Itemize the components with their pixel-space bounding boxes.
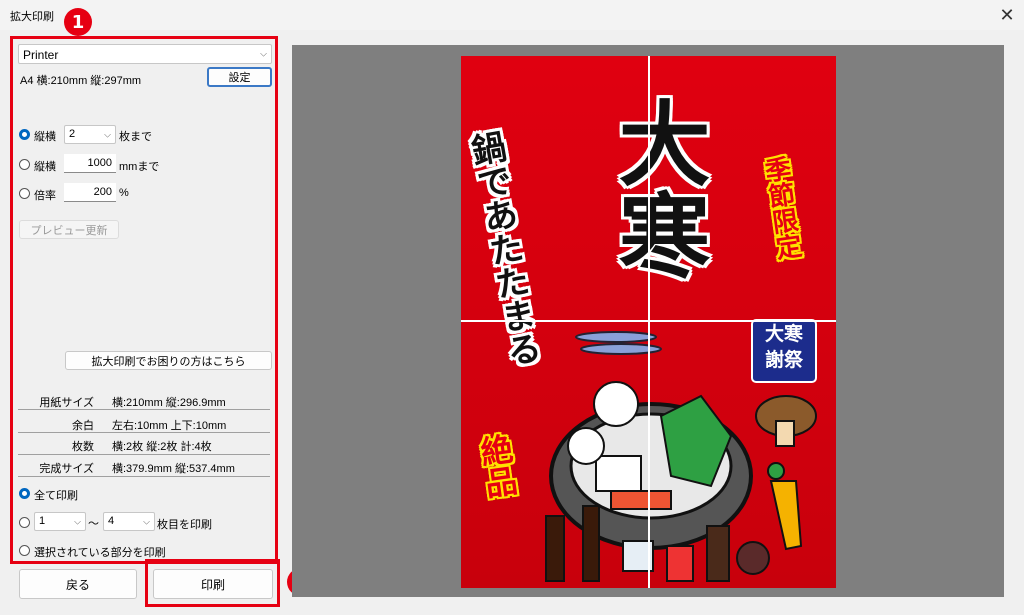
summary-value-paper: 横:210mm 縦:296.9mm <box>112 397 226 409</box>
tile-label: 縦横 <box>34 131 56 143</box>
divider <box>18 454 270 455</box>
window-title: 拡大印刷 <box>10 11 54 23</box>
poster-event-line1: 大寒 <box>764 323 803 345</box>
title-bar: 拡大印刷 ✕ <box>0 0 1024 30</box>
range-from-select[interactable]: 1 ⌵ <box>34 512 86 531</box>
print-button-highlight <box>145 559 280 607</box>
annotation-badge-1: 1 <box>64 8 92 36</box>
summary-label-count: 枚数 <box>72 441 94 453</box>
print-all-radio[interactable] <box>19 488 30 499</box>
tile-suffix: 枚まで <box>119 131 152 143</box>
poster-event-line2: 謝祭 <box>764 349 803 371</box>
range-tilde: 〜 <box>88 518 99 530</box>
scale-radio[interactable] <box>19 188 30 199</box>
drinks-illustration <box>545 505 770 582</box>
printer-name: Printer <box>23 48 59 62</box>
chevron-down-icon: ⌵ <box>260 48 267 59</box>
range-from-value: 1 <box>39 515 46 527</box>
divider <box>18 409 270 410</box>
close-icon[interactable]: ✕ <box>990 0 1024 30</box>
print-selection-label: 選択されている部分を印刷 <box>34 547 166 559</box>
mushroom-illustration <box>755 395 817 447</box>
page-divider-vertical <box>648 56 650 588</box>
poster-limited-text: 季節限定 <box>758 154 804 262</box>
divider <box>18 432 270 433</box>
height-input[interactable]: 1000 <box>64 154 116 173</box>
settings-button[interactable]: 設定 <box>207 67 272 87</box>
poster-preview: 大寒 鍋であたたまる 季節限定 大寒 謝祭 絶品 <box>461 56 836 588</box>
poster-main-text: 大寒 <box>603 96 710 280</box>
chevron-down-icon: ⌵ <box>74 516 81 526</box>
range-to-select[interactable]: 4 ⌵ <box>103 512 155 531</box>
preview-update-button[interactable]: プレビュー更新 <box>19 220 119 239</box>
poster-side-text: 鍋であたたまる <box>462 128 544 370</box>
tile-radio[interactable] <box>19 129 30 140</box>
summary-value-margin: 左右:10mm 上下:10mm <box>112 420 227 432</box>
summary-label-paper: 用紙サイズ <box>39 397 94 409</box>
range-suffix: 枚目を印刷 <box>157 519 212 531</box>
height-label: 縦横 <box>34 161 56 173</box>
print-all-label: 全て印刷 <box>34 490 78 502</box>
summary-label-final: 完成サイズ <box>39 463 94 475</box>
divider <box>18 476 270 477</box>
scale-suffix: % <box>119 187 129 199</box>
scale-label: 倍率 <box>34 190 56 202</box>
chevron-down-icon: ⌵ <box>143 516 150 526</box>
tile-count-select[interactable]: 2 ⌵ <box>64 125 116 144</box>
print-preview[interactable]: 大寒 鍋であたたまる 季節限定 大寒 謝祭 絶品 <box>292 45 1004 597</box>
settings-panel-highlight <box>10 36 278 564</box>
print-selection-radio[interactable] <box>19 545 30 556</box>
print-range-radio[interactable] <box>19 517 30 528</box>
printer-select[interactable]: Printer ⌵ <box>18 44 272 64</box>
tile-count-value: 2 <box>69 128 76 140</box>
scale-input[interactable]: 200 <box>64 183 116 202</box>
summary-value-count: 横:2枚 縦:2枚 計:4枚 <box>112 441 212 453</box>
summary-label-margin: 余白 <box>72 420 94 432</box>
height-radio[interactable] <box>19 159 30 170</box>
back-button[interactable]: 戻る <box>19 569 137 599</box>
poster-best-text: 絶品 <box>473 431 521 501</box>
chevron-down-icon: ⌵ <box>104 129 111 139</box>
range-to-value: 4 <box>108 515 115 527</box>
help-button[interactable]: 拡大印刷でお困りの方はこちら <box>65 351 272 370</box>
height-suffix: mmまで <box>119 161 160 173</box>
paper-info: A4 横:210mm 縦:297mm <box>20 75 142 87</box>
page-divider-horizontal <box>461 320 836 322</box>
summary-value-final: 横:379.9mm 縦:537.4mm <box>112 463 235 475</box>
